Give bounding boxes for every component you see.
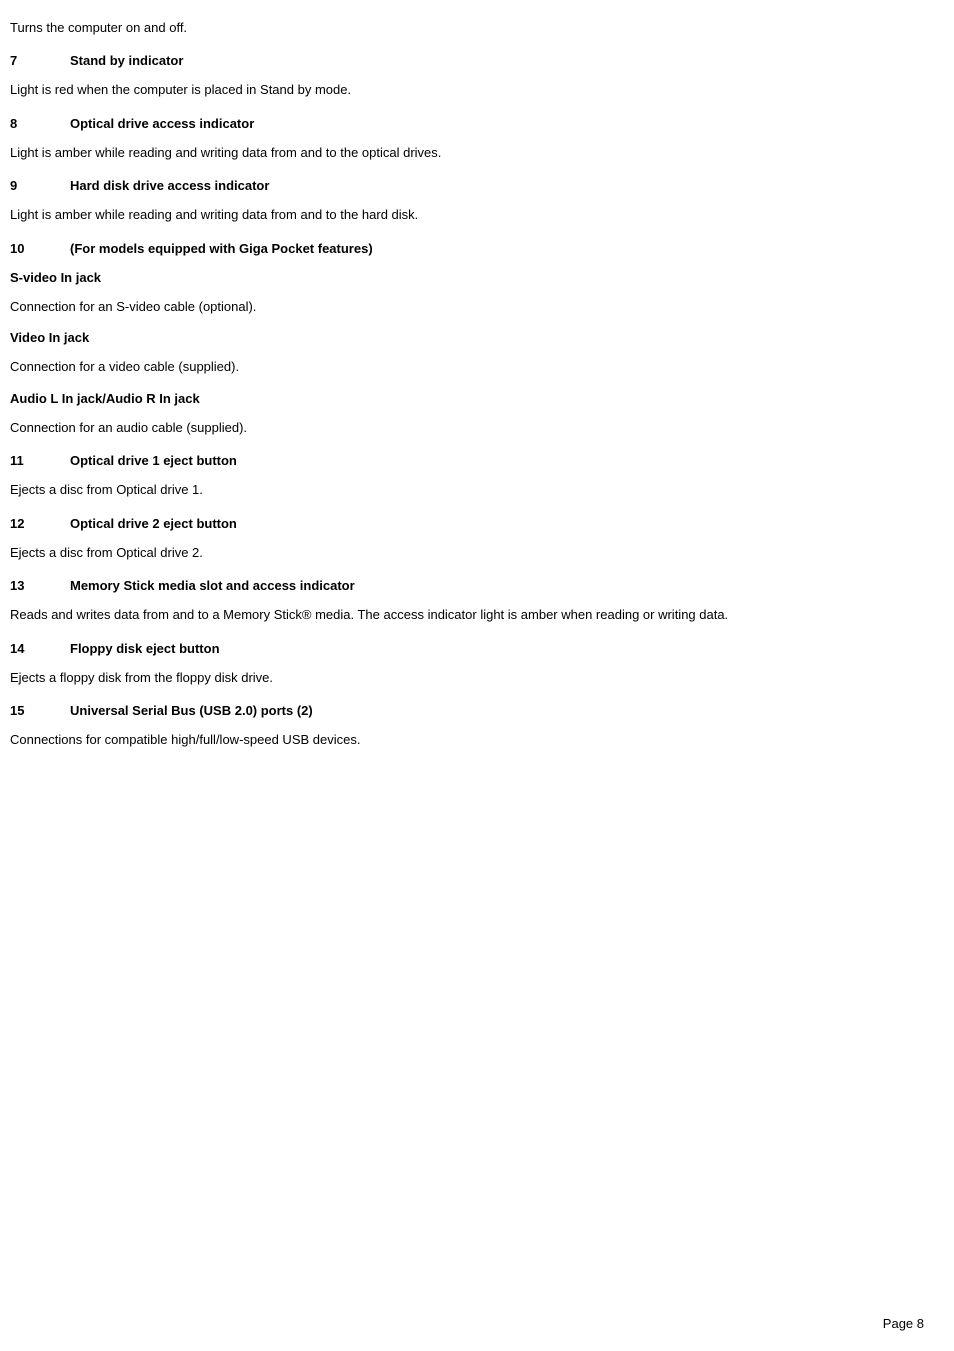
sub-section-description: Connection for a video cable (supplied). xyxy=(10,357,924,377)
section-number: 8 xyxy=(10,116,70,131)
section: 7Stand by indicator Light is red when the… xyxy=(10,53,924,100)
section-number: 11 xyxy=(10,453,70,468)
section-header: 9Hard disk drive access indicator xyxy=(10,178,924,193)
section-description: Ejects a floppy disk from the floppy dis… xyxy=(10,668,924,688)
sub-section: Video In jack Connection for a video cabl… xyxy=(10,330,924,377)
sub-section-title: Video In jack xyxy=(10,330,924,345)
section-title: (For models equipped with Giga Pocket fe… xyxy=(70,241,373,256)
section-description: Light is amber while reading and writing… xyxy=(10,205,924,225)
section-header: 15Universal Serial Bus (USB 2.0) ports (… xyxy=(10,703,924,718)
section-number: 14 xyxy=(10,641,70,656)
section-description: Ejects a disc from Optical drive 2. xyxy=(10,543,924,563)
section-number: 12 xyxy=(10,516,70,531)
page-footer: Page 8 xyxy=(883,1316,924,1331)
sub-section-description: Connection for an audio cable (supplied)… xyxy=(10,418,924,438)
section-description: Ejects a disc from Optical drive 1. xyxy=(10,480,924,500)
section-header: 14Floppy disk eject button xyxy=(10,641,924,656)
sub-section-description: Connection for an S-video cable (optiona… xyxy=(10,297,924,317)
section-number: 9 xyxy=(10,178,70,193)
section-title: Universal Serial Bus (USB 2.0) ports (2) xyxy=(70,703,313,718)
sub-section-title: S-video In jack xyxy=(10,270,924,285)
sub-section: S-video In jack Connection for an S-video… xyxy=(10,270,924,317)
section-number: 10 xyxy=(10,241,70,256)
sub-section: Audio L In jack/Audio R In jack Connectio… xyxy=(10,391,924,438)
section: 15Universal Serial Bus (USB 2.0) ports (… xyxy=(10,703,924,750)
section: 14Floppy disk eject button Ejects a flopp… xyxy=(10,641,924,688)
section-description: Light is red when the computer is placed… xyxy=(10,80,924,100)
section-title: Hard disk drive access indicator xyxy=(70,178,269,193)
sub-section-title: Audio L In jack/Audio R In jack xyxy=(10,391,924,406)
section-header: 11Optical drive 1 eject button xyxy=(10,453,924,468)
section: 9Hard disk drive access indicator Light i… xyxy=(10,178,924,225)
section: 13Memory Stick media slot and access ind… xyxy=(10,578,924,625)
section-header: 8Optical drive access indicator xyxy=(10,116,924,131)
section: 8Optical drive access indicator Light is … xyxy=(10,116,924,163)
section-description: Reads and writes data from and to a Memo… xyxy=(10,605,924,625)
section-header: 7Stand by indicator xyxy=(10,53,924,68)
section-header: 10(For models equipped with Giga Pocket … xyxy=(10,241,924,256)
section-header: 12Optical drive 2 eject button xyxy=(10,516,924,531)
section-description: Light is amber while reading and writing… xyxy=(10,143,924,163)
section-title: Stand by indicator xyxy=(70,53,183,68)
section-number: 13 xyxy=(10,578,70,593)
section-title: Optical drive access indicator xyxy=(70,116,254,131)
section: 12Optical drive 2 eject button Ejects a d… xyxy=(10,516,924,563)
section-number: 15 xyxy=(10,703,70,718)
section-title: Optical drive 1 eject button xyxy=(70,453,237,468)
section-title: Floppy disk eject button xyxy=(70,641,220,656)
section: 10(For models equipped with Giga Pocket … xyxy=(10,241,924,438)
section: 11Optical drive 1 eject button Ejects a d… xyxy=(10,453,924,500)
section-number: 7 xyxy=(10,53,70,68)
section-title: Optical drive 2 eject button xyxy=(70,516,237,531)
section-title: Memory Stick media slot and access indic… xyxy=(70,578,355,593)
section-description: Connections for compatible high/full/low… xyxy=(10,730,924,750)
intro-text: Turns the computer on and off. xyxy=(10,20,924,35)
section-header: 13Memory Stick media slot and access ind… xyxy=(10,578,924,593)
